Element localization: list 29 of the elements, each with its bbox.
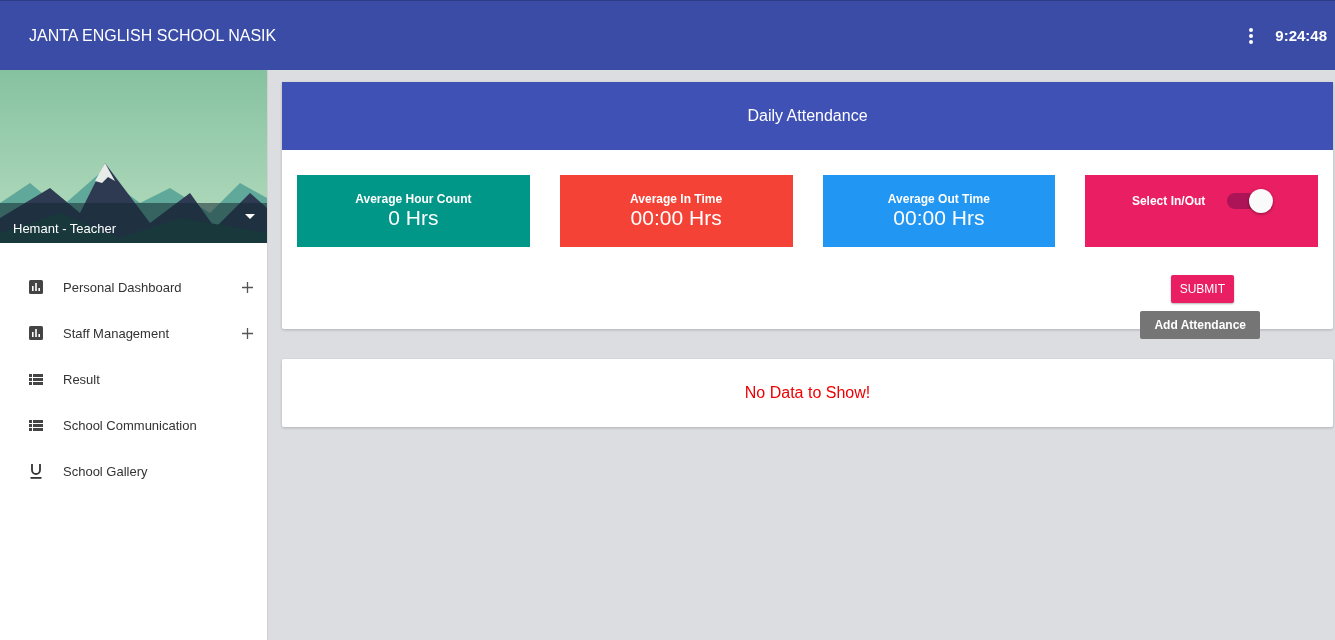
profile-name: Hemant - Teacher (13, 220, 117, 236)
bar-chart-icon (29, 326, 43, 340)
nav-item[interactable]: Result (0, 369, 267, 389)
profile-bar[interactable]: Hemant - Teacher (0, 203, 267, 243)
nav-item[interactable]: Personal Dashboard (0, 277, 267, 297)
stat-label: Average In Time (630, 192, 723, 206)
more-menu-icon[interactable] (1249, 27, 1254, 44)
plus-icon[interactable] (242, 327, 253, 339)
list-icon (29, 419, 43, 431)
underline-icon (29, 463, 43, 479)
stat-value: 0 Hrs (388, 206, 439, 230)
stat-label: Average Out Time (887, 192, 990, 206)
card-title: Daily Attendance (282, 82, 1333, 150)
toggle-label: Select In/Out (1131, 194, 1206, 208)
empty-message: No Data to Show! (743, 383, 872, 403)
list-icon (29, 373, 43, 385)
plus-icon[interactable] (242, 281, 253, 293)
stat-value: 00:00 Hrs (893, 206, 985, 230)
nav-item[interactable]: School Gallery (0, 461, 267, 481)
stat-value: 00:00 Hrs (630, 206, 722, 230)
clock-time: 9:24:48 (1275, 27, 1327, 44)
nav-item[interactable]: School Communication (0, 415, 267, 435)
dropdown-caret-icon[interactable] (245, 213, 255, 219)
school-title: JANTA ENGLISH SCHOOL NASIK (29, 26, 278, 45)
submit-button[interactable]: SUBMIT (1170, 275, 1234, 303)
stat-label: Average Hour Count (355, 192, 472, 206)
tooltip: Add Attendance (1140, 311, 1260, 339)
bar-chart-icon (29, 280, 43, 294)
nav-item[interactable]: Staff Management (0, 323, 267, 343)
